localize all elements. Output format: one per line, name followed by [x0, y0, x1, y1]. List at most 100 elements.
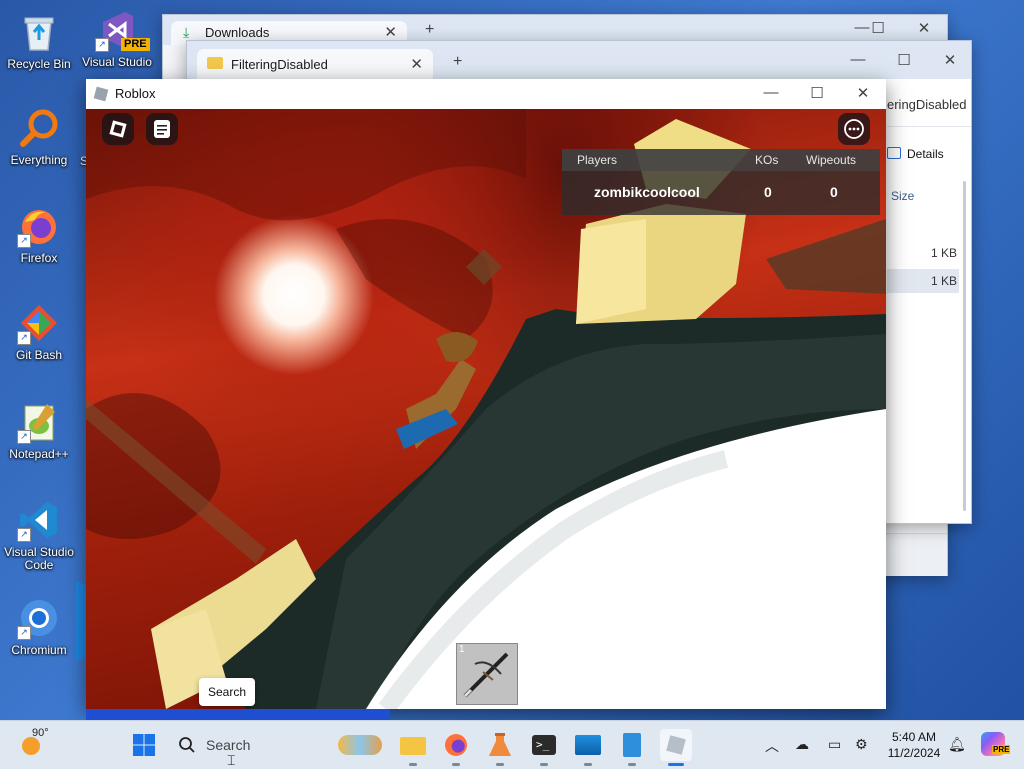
taskbar-search-box[interactable]: Search	[170, 729, 384, 761]
close-icon[interactable]: ✕	[909, 19, 939, 37]
roblox-menu-button[interactable]	[102, 113, 134, 145]
hotbar-slot[interactable]: 1	[456, 643, 518, 705]
running-indicator	[584, 763, 592, 766]
running-indicator	[496, 763, 504, 766]
desktop-icon-visual-studio[interactable]: ↗ PRE Visual Studio	[81, 8, 153, 69]
taskbar-roblox[interactable]	[660, 729, 692, 761]
taskbar-file-explorer[interactable]	[397, 729, 429, 761]
onedrive-offline-icon[interactable]: ☁	[795, 736, 809, 753]
desktop-icon-label: Recycle Bin	[7, 57, 71, 71]
minimize-icon[interactable]: —	[756, 84, 786, 101]
search-tooltip: Search	[199, 678, 256, 706]
window-title: Roblox	[115, 86, 156, 101]
desktop-icon-firefox[interactable]: ↗ Firefox	[3, 204, 75, 265]
maximize-icon[interactable]: ☐	[889, 51, 919, 69]
file-size: 1 KB	[930, 274, 957, 288]
notification-bell-icon[interactable]: 🔔︎	[948, 736, 966, 753]
game-viewport[interactable]: Players KOs Wipeouts zombikcoolcool 0 0 …	[86, 109, 886, 709]
clock-date: 11/2/2024	[887, 746, 941, 760]
desktop-icon-vscode[interactable]: ↗ Visual Studio Code	[3, 498, 75, 572]
new-tab-icon[interactable]: +	[453, 53, 462, 71]
column-header-size[interactable]: Size	[891, 189, 914, 203]
desktop-wallpaper-strip	[86, 709, 390, 720]
shortcut-arrow-icon: ↗	[17, 528, 31, 542]
clock[interactable]: 5:40 AM 11/2/2024	[882, 729, 946, 761]
notepad-icon	[623, 733, 641, 757]
roblox-logo-icon	[109, 120, 127, 138]
leaderboard-row[interactable]: zombikcoolcool 0 0	[562, 171, 880, 215]
explorer-scrollbar[interactable]	[963, 181, 966, 511]
file-explorer-icon	[400, 737, 426, 755]
file-size: 1 KB	[930, 246, 957, 260]
shortcut-arrow-icon: ↗	[17, 430, 31, 444]
firefox-icon	[445, 734, 467, 756]
search-placeholder: Search	[206, 737, 251, 753]
close-icon[interactable]: ✕	[935, 51, 965, 69]
desktop-icon-label: Chromium	[11, 643, 67, 657]
git-bash-icon: ↗	[17, 301, 61, 345]
preview-badge: PRE	[121, 38, 150, 51]
chat-button[interactable]	[146, 113, 178, 145]
desktop-icon-everything[interactable]: Everything	[3, 106, 75, 167]
taskbar-monitor-app[interactable]	[572, 729, 604, 761]
search-highlight-icon	[338, 735, 382, 755]
weather-sun-icon	[22, 737, 40, 755]
running-indicator	[409, 763, 417, 766]
roblox-window[interactable]: Roblox — ☐ ✕ Players KOs Wipeouts zombik…	[86, 79, 886, 709]
chromium-icon: ↗	[17, 596, 61, 640]
active-indicator	[668, 763, 684, 766]
explorer-tabbar: FilteringDisabled ✕ + — ☐ ✕	[187, 41, 971, 79]
taskbar-notepad[interactable]	[616, 729, 648, 761]
clock-time: 5:40 AM	[891, 730, 937, 744]
file-row-selected[interactable]: 1 KB	[887, 269, 959, 293]
running-indicator	[540, 763, 548, 766]
roblox-icon	[666, 735, 686, 755]
weather-temperature: 90°	[32, 727, 49, 739]
tab-filteringdisabled[interactable]: FilteringDisabled ✕	[197, 49, 433, 79]
leaderboard[interactable]: Players KOs Wipeouts zombikcoolcool 0 0	[562, 149, 880, 215]
chat-icon	[154, 120, 170, 138]
visual-studio-icon: ↗ PRE	[95, 8, 150, 52]
details-pane-icon	[887, 147, 901, 159]
taskbar-terminal[interactable]: >_	[528, 729, 560, 761]
close-icon[interactable]: ✕	[848, 84, 878, 102]
taskbar-lab-app[interactable]	[484, 729, 516, 761]
search-icon	[179, 737, 195, 753]
network-icon[interactable]: ⚙	[855, 736, 868, 753]
desktop-icon-notepad-plus-plus[interactable]: ↗ Notepad++	[3, 400, 75, 461]
vscode-icon: ↗	[17, 498, 61, 542]
close-tab-icon[interactable]: ✕	[410, 55, 423, 73]
address-bar-tail[interactable]: eringDisabled	[887, 97, 967, 112]
desktop-icon-label: Notepad++	[9, 447, 69, 461]
desktop-icon-recycle-bin[interactable]: Recycle Bin	[3, 10, 75, 71]
start-button[interactable]	[132, 733, 156, 757]
desktop-icon-git-bash[interactable]: ↗ Git Bash	[3, 301, 75, 362]
running-indicator	[628, 763, 636, 766]
maximize-icon[interactable]: ☐	[802, 84, 832, 102]
weather-widget[interactable]: 90°	[18, 727, 78, 763]
file-row[interactable]: 1 KB	[887, 241, 959, 265]
more-options-button[interactable]	[838, 113, 870, 145]
close-tab-icon[interactable]: ✕	[384, 23, 397, 41]
desktop-icon-label: Firefox	[20, 251, 58, 265]
player-kos: 0	[764, 184, 772, 200]
desktop-icon-chromium[interactable]: ↗ Chromium	[3, 596, 75, 657]
monitor-icon	[575, 735, 601, 755]
roblox-titlebar[interactable]: Roblox — ☐ ✕	[86, 79, 886, 109]
crossbow-icon	[463, 652, 509, 698]
display-icon[interactable]: ▭	[828, 736, 841, 753]
player-wipeouts: 0	[830, 184, 838, 200]
firefox-icon: ↗	[17, 204, 61, 248]
terminal-icon: >_	[532, 735, 556, 755]
maximize-icon[interactable]: ☐	[863, 19, 893, 37]
recycle-bin-icon	[17, 10, 61, 54]
desktop-icon-label: Visual Studio	[82, 55, 152, 69]
copilot-button[interactable]: PRE	[981, 732, 1011, 756]
desktop-icon-label: Everything	[10, 153, 68, 167]
new-tab-icon[interactable]: +	[425, 21, 434, 39]
chevron-up-icon[interactable]: ︿	[765, 736, 779, 756]
taskbar-firefox[interactable]	[440, 729, 472, 761]
desktop-icon-label: Visual Studio Code	[4, 545, 74, 572]
details-pane-button[interactable]: Details	[887, 147, 944, 161]
minimize-icon[interactable]: —	[843, 51, 873, 68]
